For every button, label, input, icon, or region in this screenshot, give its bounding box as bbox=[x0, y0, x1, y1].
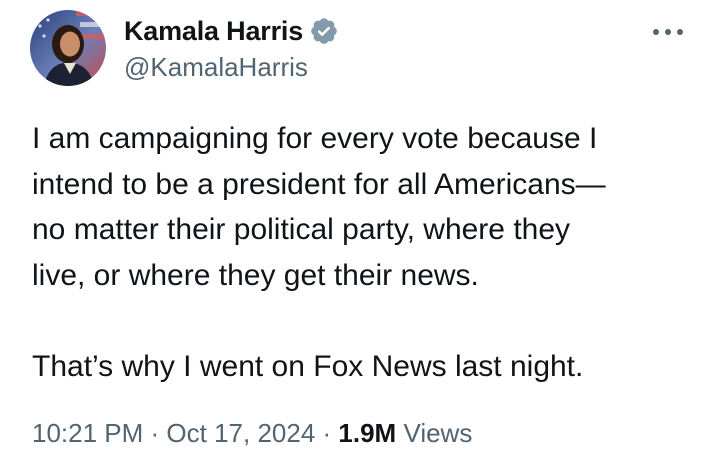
views-count[interactable]: 1.9M bbox=[338, 418, 396, 448]
views-label[interactable]: Views bbox=[396, 418, 472, 448]
verified-badge-icon bbox=[309, 16, 339, 46]
display-name[interactable]: Kamala Harris bbox=[124, 16, 303, 47]
avatar[interactable] bbox=[30, 10, 106, 86]
tweet-line: live, or where they get their news. bbox=[32, 258, 479, 292]
tweet-line: I am campaigning for every vote because … bbox=[32, 122, 598, 155]
tweet-text: I am campaigning for every vote because … bbox=[32, 116, 692, 389]
avatar-image bbox=[30, 10, 106, 86]
tweet-card: Kamala Harris @KamalaHarris I am campaig… bbox=[0, 0, 720, 468]
tweet-date[interactable]: Oct 17, 2024 bbox=[166, 418, 315, 448]
tweet-time[interactable]: 10:21 PM bbox=[32, 418, 143, 448]
more-horizontal-icon[interactable] bbox=[650, 22, 686, 42]
author-handle[interactable]: @KamalaHarris bbox=[124, 52, 308, 83]
tweet-paragraph-1: I am campaigning for every vote because … bbox=[32, 116, 692, 298]
meta-separator: · bbox=[143, 418, 167, 448]
tweet-line: That’s why I went on Fox News last night… bbox=[32, 349, 584, 383]
author-name-row: Kamala Harris bbox=[124, 12, 339, 50]
tweet-line: intend to be a president for all America… bbox=[32, 167, 606, 201]
meta-separator: · bbox=[315, 418, 339, 448]
tweet-paragraph-gap bbox=[32, 298, 692, 344]
tweet-line: no matter their political party, where t… bbox=[32, 213, 571, 246]
tweet-paragraph-2: That’s why I went on Fox News last night… bbox=[32, 344, 692, 390]
tweet-meta: 10:21 PM · Oct 17, 2024 · 1.9M Views bbox=[32, 418, 472, 449]
